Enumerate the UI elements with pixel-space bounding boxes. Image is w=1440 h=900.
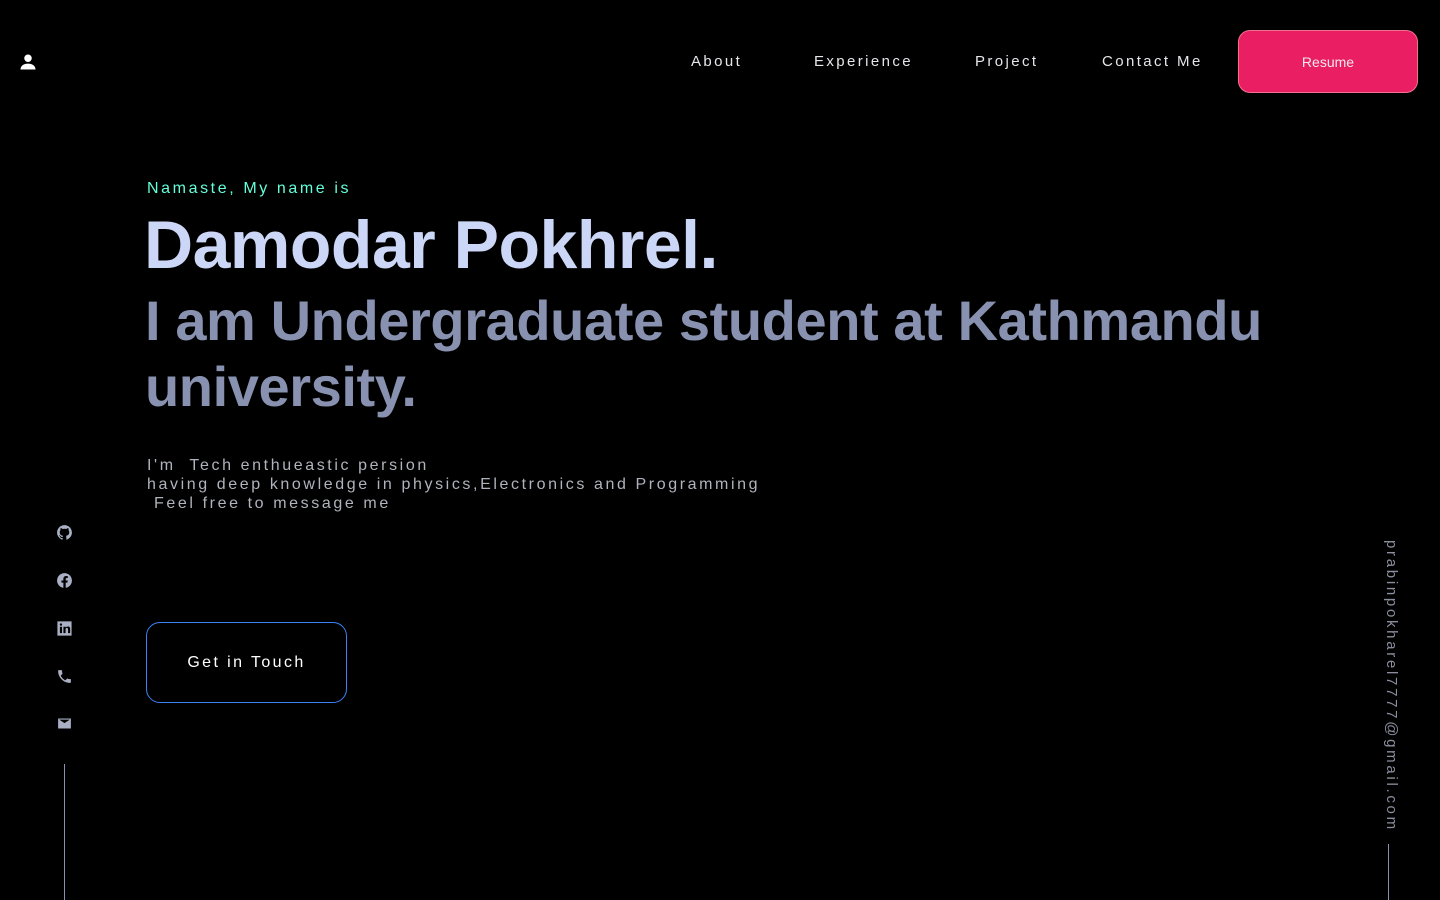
bio-line: Feel free to message me (147, 495, 391, 512)
bio-line: I'm Tech enthueastic persion (147, 457, 429, 474)
email-icon[interactable] (56, 715, 73, 732)
nav-project[interactable]: Project (975, 53, 1039, 70)
portfolio-page: About Experience Project Contact Me Resu… (0, 0, 1440, 900)
hero-bio: I'm Tech enthueastic persion having deep… (147, 456, 760, 513)
nav-experience[interactable]: Experience (814, 53, 913, 70)
nav-contact-me[interactable]: Contact Me (1102, 53, 1203, 70)
hero-tagline: I am Undergraduate student at Kathmandu … (145, 289, 1262, 418)
email-link[interactable]: prabinpokharel7777@gmail.com (1378, 540, 1400, 832)
github-icon[interactable] (56, 524, 73, 541)
left-divider-line (64, 764, 65, 900)
nav-about[interactable]: About (691, 53, 742, 70)
get-in-touch-button[interactable]: Get in Touch (146, 622, 347, 703)
right-divider-line (1388, 844, 1389, 900)
greeting-text: Namaste, My name is (147, 180, 352, 197)
resume-button[interactable]: Resume (1238, 30, 1418, 93)
person-icon[interactable] (18, 52, 38, 72)
facebook-icon[interactable] (56, 572, 73, 589)
hero-name: Damodar Pokhrel. (144, 207, 718, 283)
phone-icon[interactable] (56, 668, 73, 685)
bio-line: having deep knowledge in physics,Electro… (147, 476, 761, 493)
linkedin-icon[interactable] (56, 620, 73, 637)
